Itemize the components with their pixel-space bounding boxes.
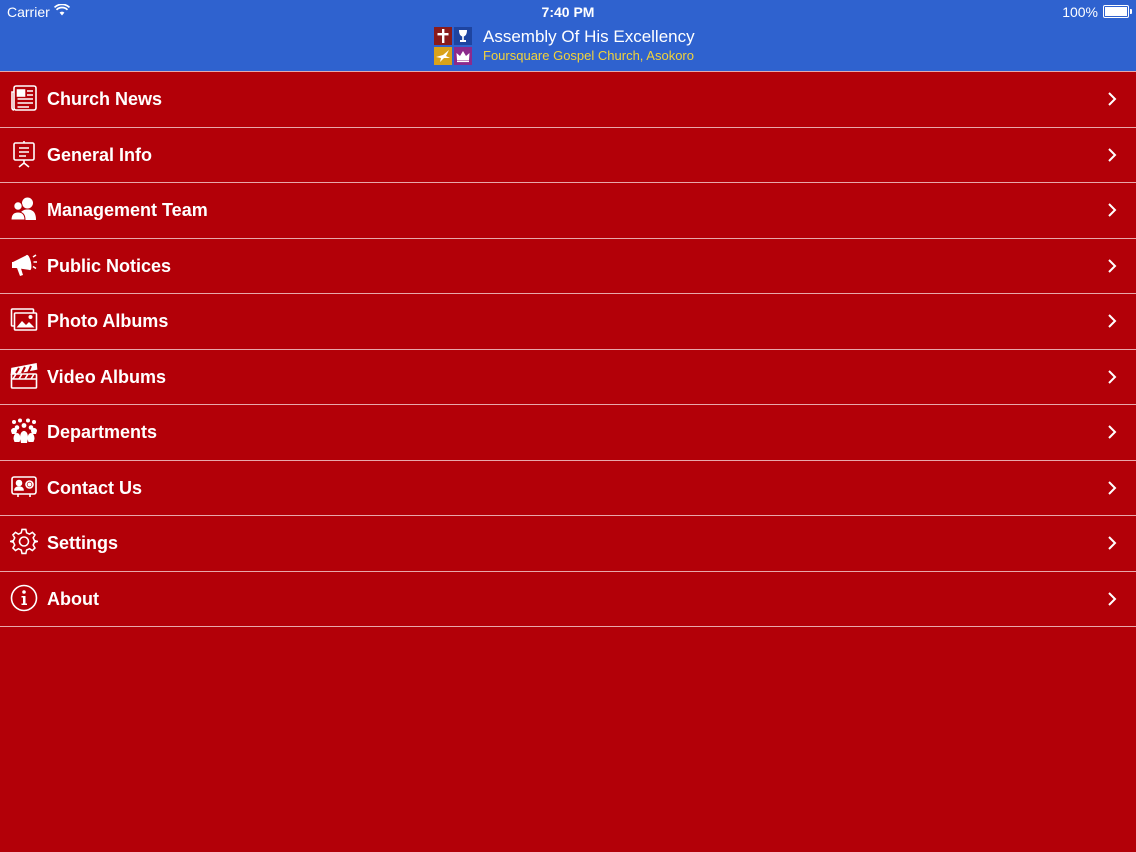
menu-item-departments[interactable]: Departments xyxy=(0,405,1136,461)
menu-item-church-news[interactable]: Church News xyxy=(0,71,1136,128)
chevron-right-icon xyxy=(1106,147,1118,163)
menu-item-settings[interactable]: Settings xyxy=(0,516,1136,572)
battery-icon xyxy=(1103,5,1132,18)
menu-item-public-notices[interactable]: Public Notices xyxy=(0,239,1136,294)
menu-item-contact-us[interactable]: Contact Us xyxy=(0,461,1136,516)
menu-item-label: General Info xyxy=(47,144,153,165)
status-bar: Carrier 7:40 PM 100% xyxy=(0,0,1136,22)
menu-item-label: Settings xyxy=(47,533,119,553)
clock: 7:40 PM xyxy=(541,4,595,20)
chevron-right-icon xyxy=(1106,535,1118,551)
main-menu: Church News General Info Management Team… xyxy=(0,71,1136,627)
menu-item-label: Public Notices xyxy=(47,255,172,276)
menu-item-video-albums[interactable]: Video Albums xyxy=(0,350,1136,405)
contact-card-icon xyxy=(10,473,38,501)
photo-icon xyxy=(10,306,38,334)
menu-item-label: Church News xyxy=(47,89,163,109)
chevron-right-icon xyxy=(1106,202,1118,218)
menu-item-label: About xyxy=(47,588,99,609)
chevron-right-icon xyxy=(1106,91,1118,107)
menu-item-label: Photo Albums xyxy=(47,311,169,331)
menu-item-general-info[interactable]: General Info xyxy=(0,128,1136,183)
clapperboard-icon xyxy=(10,362,38,390)
menu-item-label: Departments xyxy=(47,422,158,442)
chevron-right-icon xyxy=(1106,480,1118,496)
chevron-right-icon xyxy=(1106,258,1118,274)
menu-item-about[interactable]: About xyxy=(0,572,1136,627)
church-subtitle: Foursquare Gospel Church, Asokoro xyxy=(483,48,694,63)
info-icon xyxy=(10,584,38,612)
chevron-right-icon xyxy=(1106,424,1118,440)
menu-item-photo-albums[interactable]: Photo Albums xyxy=(0,294,1136,350)
people-icon xyxy=(10,195,38,223)
battery-percentage: 100% xyxy=(1062,4,1098,20)
megaphone-icon xyxy=(10,251,38,279)
menu-item-label: Video Albums xyxy=(47,366,167,387)
menu-item-management-team[interactable]: Management Team xyxy=(0,183,1136,239)
chevron-right-icon xyxy=(1106,369,1118,385)
menu-item-label: Contact Us xyxy=(47,477,143,498)
gear-icon xyxy=(7,528,41,556)
newspaper-icon xyxy=(10,84,38,112)
menu-item-label: Management Team xyxy=(47,200,208,220)
chevron-right-icon xyxy=(1106,313,1118,329)
church-logo-icon xyxy=(434,27,472,65)
group-icon xyxy=(10,417,38,445)
church-title: Assembly Of His Excellency xyxy=(483,27,695,46)
navigation-bar: Carrier 7:40 PM 100% Assembly Of His Exc… xyxy=(0,0,1136,71)
chevron-right-icon xyxy=(1106,591,1118,607)
presentation-board-icon xyxy=(10,140,38,168)
